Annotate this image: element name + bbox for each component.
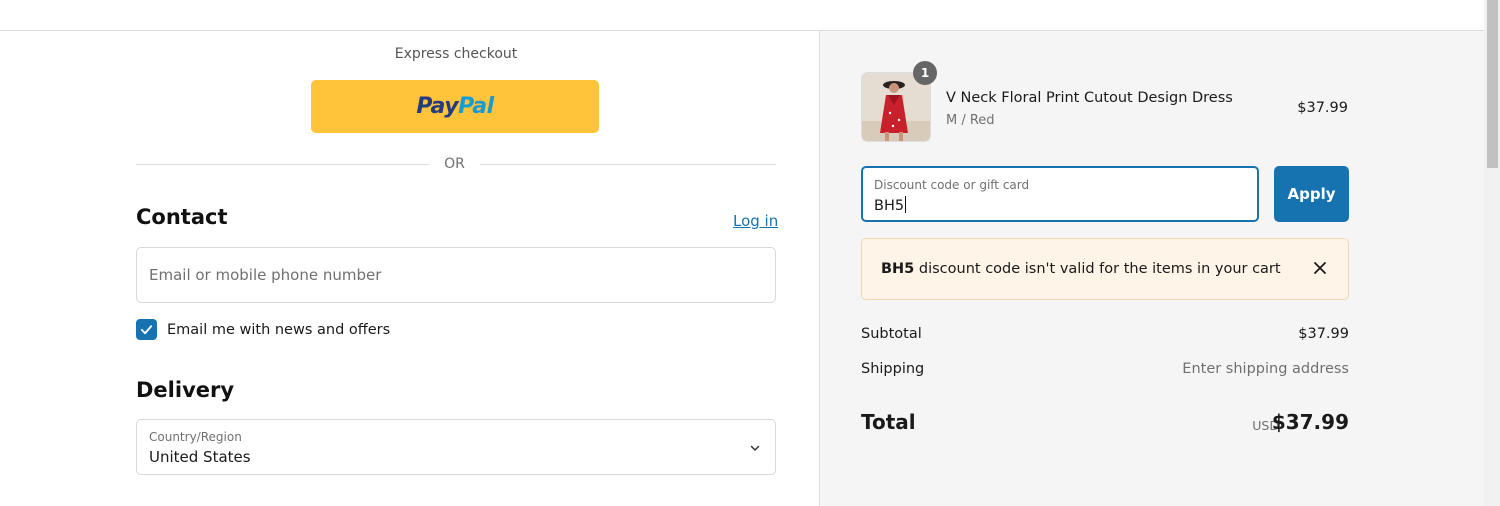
text-caret bbox=[905, 196, 907, 213]
product-variant: M / Red bbox=[946, 113, 995, 128]
scrollbar-thumb[interactable] bbox=[1487, 0, 1498, 168]
total-row: Total USD $37.99 bbox=[861, 408, 1349, 438]
quantity-badge: 1 bbox=[913, 61, 937, 85]
top-header bbox=[0, 0, 1484, 31]
total-label: Total bbox=[861, 410, 916, 434]
apply-discount-button[interactable]: Apply bbox=[1274, 166, 1349, 222]
contact-heading: Contact bbox=[136, 205, 228, 229]
subtotal-row: Subtotal $37.99 bbox=[861, 326, 1349, 346]
country-label: Country/Region bbox=[149, 430, 242, 444]
newsletter-row: Email me with news and offers bbox=[136, 319, 390, 340]
close-icon[interactable] bbox=[1312, 260, 1328, 276]
newsletter-label: Email me with news and offers bbox=[167, 321, 391, 338]
newsletter-checkbox[interactable] bbox=[136, 319, 157, 340]
page-scrollbar[interactable] bbox=[1484, 0, 1500, 506]
shipping-row: Shipping Enter shipping address bbox=[861, 361, 1349, 381]
discount-code-field[interactable]: Discount code or gift card BH5 bbox=[861, 166, 1259, 222]
error-text: discount code isn't valid for the items … bbox=[914, 261, 1281, 277]
or-divider: OR bbox=[136, 156, 776, 172]
divider-line-right bbox=[480, 164, 776, 165]
paypal-button[interactable]: PayPal bbox=[311, 80, 599, 133]
product-price: $37.99 bbox=[1297, 100, 1348, 116]
country-value: United States bbox=[149, 448, 251, 466]
discount-value[interactable]: BH5 bbox=[874, 196, 907, 214]
discount-label: Discount code or gift card bbox=[874, 178, 1030, 192]
chevron-down-icon bbox=[750, 445, 760, 451]
login-link[interactable]: Log in bbox=[733, 212, 778, 230]
total-value: $37.99 bbox=[1271, 410, 1349, 434]
express-checkout-label: Express checkout bbox=[394, 46, 518, 62]
email-field[interactable] bbox=[136, 247, 776, 303]
shipping-label: Shipping bbox=[861, 361, 925, 377]
email-input[interactable] bbox=[137, 248, 775, 302]
delivery-heading: Delivery bbox=[136, 378, 235, 402]
subtotal-value: $37.99 bbox=[1298, 326, 1349, 342]
paypal-logo: PayPal bbox=[416, 94, 494, 119]
country-select[interactable]: Country/Region United States bbox=[136, 419, 776, 475]
subtotal-label: Subtotal bbox=[861, 326, 922, 342]
or-text: OR bbox=[444, 156, 465, 172]
error-code: BH5 bbox=[881, 261, 915, 277]
checkmark-icon bbox=[140, 325, 153, 335]
divider-line-left bbox=[136, 164, 429, 165]
shipping-value: Enter shipping address bbox=[1182, 361, 1349, 377]
product-title: V Neck Floral Print Cutout Design Dress bbox=[946, 90, 1233, 106]
discount-error-message: BH5 discount code isn't valid for the it… bbox=[881, 261, 1281, 277]
discount-error-banner: BH5 discount code isn't valid for the it… bbox=[861, 238, 1349, 300]
